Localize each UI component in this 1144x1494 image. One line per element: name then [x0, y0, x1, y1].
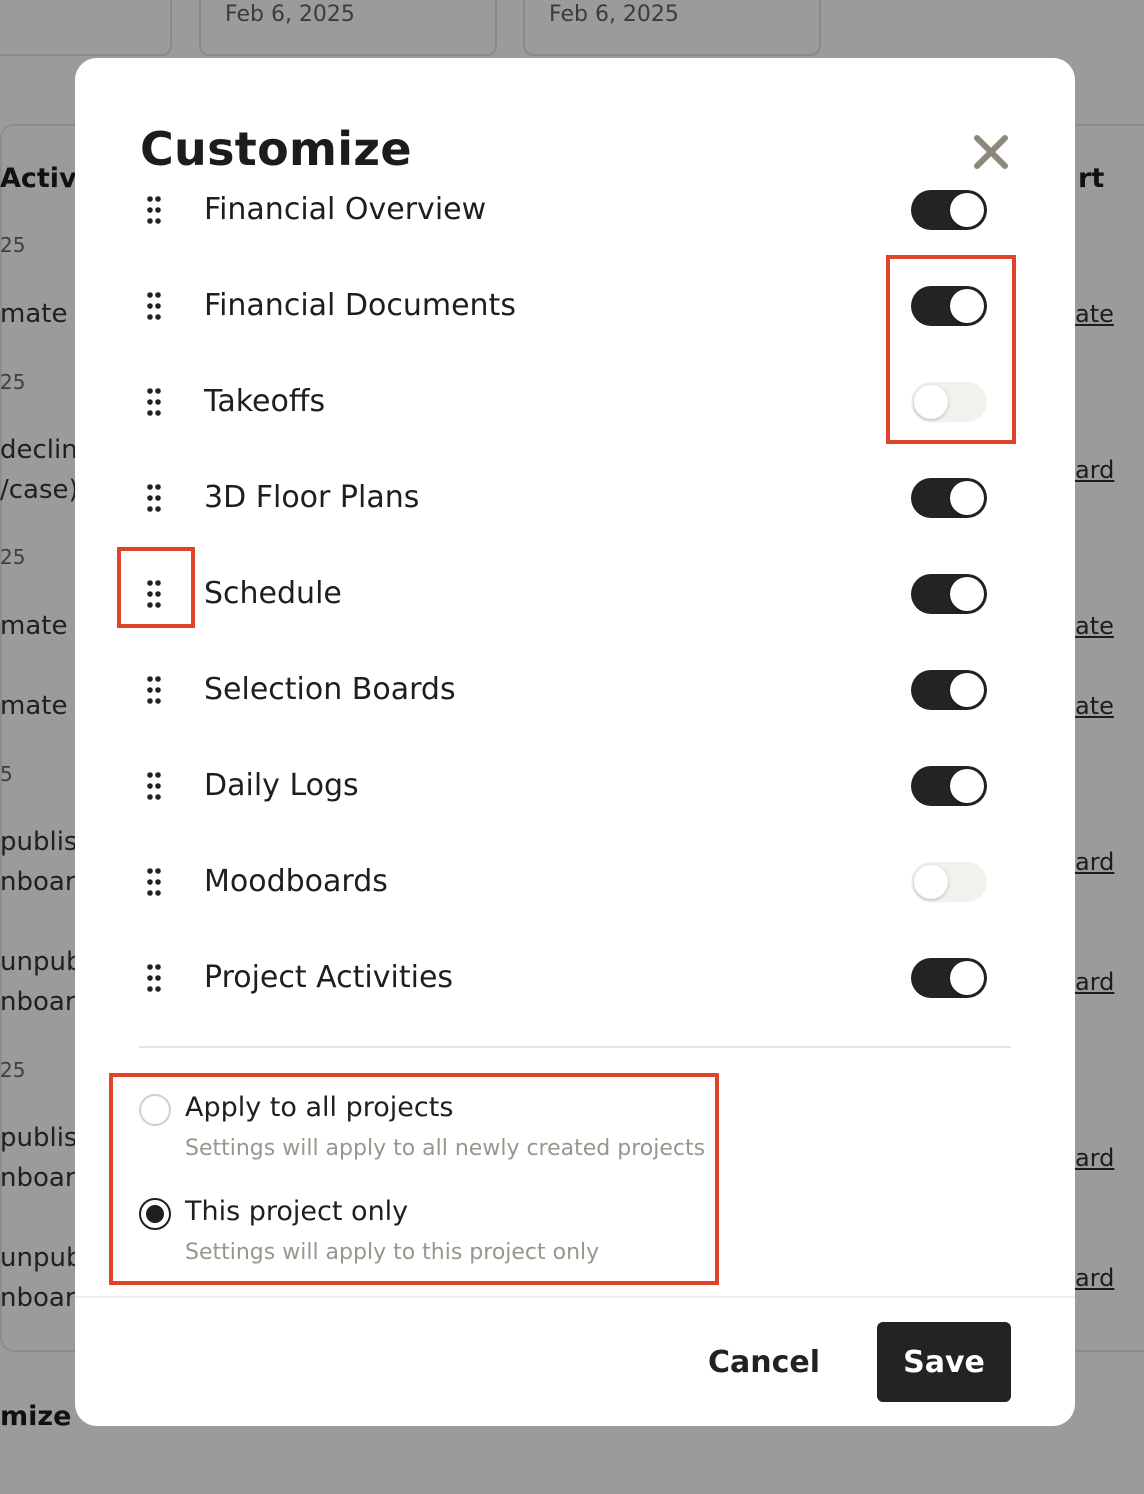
bg-text: 25 — [0, 545, 26, 569]
section-label: Financial Documents — [204, 288, 516, 323]
section-label: 3D Floor Plans — [204, 480, 420, 515]
section-toggle[interactable] — [911, 958, 987, 998]
section-row: Financial Documents — [75, 258, 1075, 354]
section-label: Financial Overview — [204, 192, 487, 227]
bg-text: publis — [0, 1123, 78, 1153]
section-label: Selection Boards — [204, 672, 456, 707]
bg-date: Feb 6, 2025 — [225, 2, 355, 27]
bg-heading: mize — [0, 1401, 72, 1432]
toggle-knob — [950, 769, 984, 803]
bg-text: 25 — [0, 233, 26, 257]
section-toggle[interactable] — [911, 190, 987, 230]
drag-handle-icon[interactable] — [147, 484, 161, 512]
section-row: Selection Boards — [75, 642, 1075, 738]
this-project-option[interactable]: This project only Settings will apply to… — [139, 1194, 759, 1294]
drag-handle-icon[interactable] — [147, 292, 161, 320]
bg-link[interactable]: ard — [1075, 968, 1114, 996]
toggle-knob — [950, 577, 984, 611]
section-label: Schedule — [204, 576, 342, 611]
bg-text: unpub — [0, 1243, 83, 1273]
toggle-knob — [914, 385, 948, 419]
section-toggle[interactable] — [911, 574, 987, 614]
save-button[interactable]: Save — [877, 1322, 1011, 1402]
drag-handle-icon[interactable] — [147, 676, 161, 704]
apply-all-option[interactable]: Apply to all projects Settings will appl… — [139, 1090, 759, 1190]
this-project-label: This project only — [185, 1196, 409, 1227]
section-row: 3D Floor Plans — [75, 450, 1075, 546]
bg-text: /case) — [0, 475, 79, 505]
section-list: Financial Overview Financial Documents Tak… — [75, 188, 1075, 1048]
bg-heading: rt — [1078, 163, 1105, 194]
bg-link[interactable]: ard — [1075, 1264, 1114, 1292]
bg-date-card: Feb 6, 2025 — [523, 0, 821, 56]
bg-link[interactable]: ate — [1075, 300, 1114, 328]
drag-handle-icon[interactable] — [147, 580, 161, 608]
bg-text: 25 — [0, 1058, 26, 1082]
section-label: Moodboards — [204, 864, 388, 899]
bg-link[interactable]: ard — [1075, 1144, 1114, 1172]
drag-handle-icon[interactable] — [147, 964, 161, 992]
bg-link[interactable]: ard — [1075, 848, 1114, 876]
section-toggle[interactable] — [911, 382, 987, 422]
divider — [139, 1046, 1011, 1048]
drag-handle-icon[interactable] — [147, 388, 161, 416]
bg-text: 5 — [0, 762, 13, 786]
bg-date: Feb 6, 2025 — [549, 2, 679, 27]
toggle-knob — [950, 193, 984, 227]
cancel-button[interactable]: Cancel — [689, 1322, 839, 1402]
bg-link[interactable]: ate — [1075, 612, 1114, 640]
this-project-radio[interactable] — [139, 1198, 171, 1230]
drag-handle-icon[interactable] — [147, 196, 161, 224]
modal-title: Customize — [140, 122, 412, 176]
section-row: Schedule — [75, 546, 1075, 642]
section-row: Financial Overview — [75, 188, 1075, 258]
bg-text: declin — [0, 435, 78, 465]
customize-modal: Customize Financial Overview Financial Do… — [75, 58, 1075, 1426]
toggle-knob — [950, 481, 984, 515]
section-toggle[interactable] — [911, 862, 987, 902]
drag-handle-icon[interactable] — [147, 772, 161, 800]
close-button[interactable] — [971, 132, 1011, 172]
section-label: Daily Logs — [204, 768, 359, 803]
section-row: Moodboards — [75, 834, 1075, 930]
section-toggle[interactable] — [911, 670, 987, 710]
section-toggle[interactable] — [911, 478, 987, 518]
toggle-knob — [950, 289, 984, 323]
section-row: Project Activities — [75, 930, 1075, 1026]
bg-text: unpub — [0, 947, 83, 977]
section-label: Takeoffs — [204, 384, 326, 419]
drag-handle-icon[interactable] — [147, 868, 161, 896]
apply-all-label: Apply to all projects — [185, 1092, 454, 1123]
apply-all-help: Settings will apply to all newly created… — [185, 1136, 706, 1161]
bg-link[interactable]: ard — [1075, 456, 1114, 484]
bg-date-card: Feb 6, 2025 — [199, 0, 497, 56]
bg-card — [0, 0, 172, 56]
bg-text: 25 — [0, 370, 26, 394]
close-icon — [974, 135, 1008, 169]
bg-link[interactable]: ate — [1075, 692, 1114, 720]
toggle-knob — [950, 961, 984, 995]
toggle-knob — [950, 673, 984, 707]
section-toggle[interactable] — [911, 766, 987, 806]
this-project-help: Settings will apply to this project only — [185, 1240, 600, 1265]
footer-divider — [75, 1296, 1075, 1298]
toggle-knob — [914, 865, 948, 899]
section-toggle[interactable] — [911, 286, 987, 326]
bg-text: publis — [0, 827, 78, 857]
section-row: Daily Logs — [75, 738, 1075, 834]
section-row: Takeoffs — [75, 354, 1075, 450]
apply-all-radio[interactable] — [139, 1094, 171, 1126]
section-label: Project Activities — [204, 960, 454, 995]
